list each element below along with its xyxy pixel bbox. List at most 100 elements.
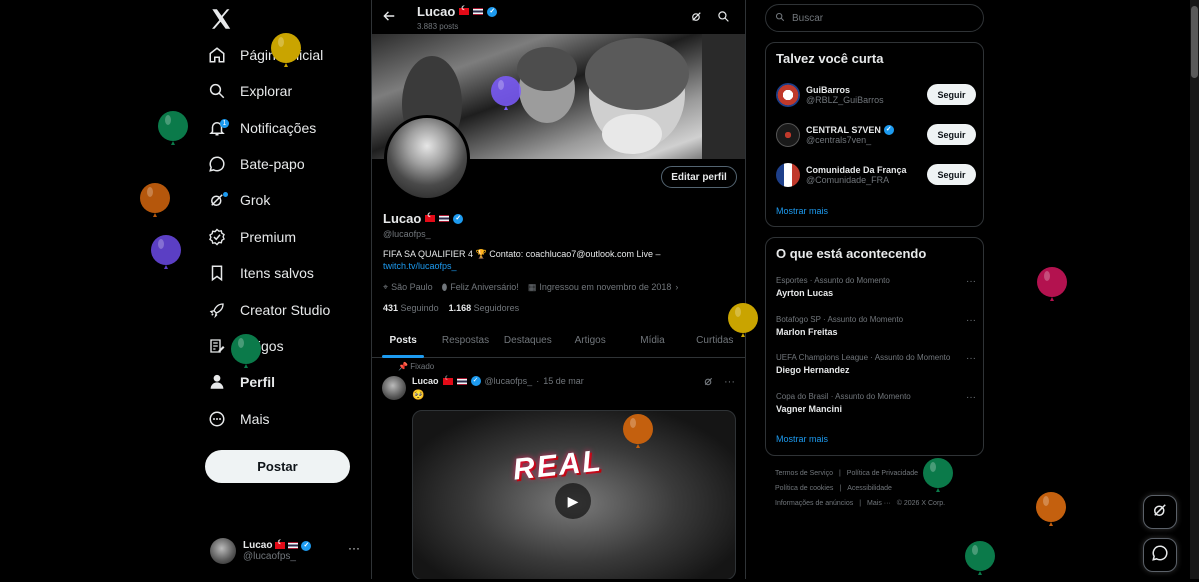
post-handle[interactable]: @lucaofps_ bbox=[485, 376, 533, 386]
grok-icon[interactable] bbox=[703, 376, 714, 390]
avatar[interactable] bbox=[382, 376, 406, 400]
following-link[interactable]: 431 Seguindo bbox=[383, 303, 439, 313]
post-video[interactable]: REAL ▶ bbox=[412, 410, 736, 579]
trend-item[interactable]: Copa do Brasil · Assunto do Momento Vagn… bbox=[776, 392, 976, 422]
footer-link-ads-info[interactable]: Informações de anúncios bbox=[775, 500, 853, 507]
followers-link[interactable]: 1.168 Seguidores bbox=[449, 303, 520, 313]
profile-tabs: Posts Respostas Destaques Artigos Mídia … bbox=[372, 325, 745, 358]
search-icon bbox=[206, 80, 228, 102]
tab-media[interactable]: Mídia bbox=[621, 325, 683, 357]
nav-item-grok[interactable]: Grok bbox=[206, 185, 270, 215]
follow-button[interactable]: Seguir bbox=[927, 84, 976, 105]
nav-item-more[interactable]: Mais bbox=[206, 404, 270, 434]
tab-replies[interactable]: Respostas bbox=[434, 325, 496, 357]
profile-meta: ⌖ São Paulo ⬮ Feliz Aniversário! ▦ Ingresso… bbox=[383, 282, 681, 293]
profile-name-row: Lucao ✓ bbox=[383, 211, 464, 226]
account-switcher[interactable]: Lucao ✓ @lucaofps_ ··· bbox=[210, 535, 370, 567]
bio-text: FIFA SA QUALIFIER 4 🏆 Contato: coachluca… bbox=[383, 249, 661, 259]
search-input[interactable] bbox=[790, 11, 970, 25]
footer-link-privacy[interactable]: Política de Privacidade bbox=[847, 470, 918, 477]
birthday-item: ⬮ Feliz Aniversário! bbox=[442, 282, 519, 293]
trend-item[interactable]: Esportes · Assunto do Momento Ayrton Luc… bbox=[776, 276, 976, 306]
joined-text: Ingressou em novembro de 2018 bbox=[539, 282, 672, 292]
nav-label: Explorar bbox=[240, 83, 293, 99]
trend-item[interactable]: UEFA Champions League · Assunto do Momen… bbox=[776, 353, 976, 383]
more-icon[interactable]: ··· bbox=[966, 276, 976, 287]
grok-icon bbox=[206, 189, 228, 211]
chevron-right-icon[interactable]: › bbox=[675, 282, 678, 292]
follow-button[interactable]: Seguir bbox=[927, 164, 976, 185]
followers-count: 1.168 bbox=[448, 303, 472, 313]
trend-item[interactable]: Botafogo SP · Assunto do Momento Marlon … bbox=[776, 315, 976, 345]
balloon-icon bbox=[1037, 267, 1067, 301]
suggestion-item[interactable]: Comunidade Da França @Comunidade_FRA Seg… bbox=[776, 160, 976, 190]
more-icon[interactable]: ··· bbox=[966, 315, 976, 326]
more-icon[interactable]: ··· bbox=[724, 376, 735, 390]
tab-posts[interactable]: Posts bbox=[372, 325, 434, 358]
turkey-flag-icon bbox=[459, 5, 470, 15]
nav-item-articles[interactable]: Artigos bbox=[206, 331, 284, 361]
grok-icon[interactable] bbox=[690, 10, 704, 24]
thailand-flag-icon bbox=[473, 8, 484, 15]
profile-bio: FIFA SA QUALIFIER 4 🏆 Contato: coachluca… bbox=[383, 248, 738, 272]
header-name: Lucao bbox=[417, 4, 456, 19]
bio-link[interactable]: twitch.tv/lucaofps_ bbox=[383, 261, 457, 271]
profile-avatar[interactable] bbox=[384, 115, 470, 201]
post-author[interactable]: Lucao bbox=[412, 376, 439, 386]
tab-articles[interactable]: Artigos bbox=[559, 325, 621, 357]
profile-column: Lucao ✓ 3.883 posts Editar perfil Lucao … bbox=[371, 0, 746, 579]
card-title: O que está acontecendo bbox=[776, 246, 927, 261]
more-icon[interactable]: ··· bbox=[966, 353, 976, 364]
profile-name: Lucao bbox=[383, 211, 422, 226]
nav-item-explore[interactable]: Explorar bbox=[206, 76, 292, 106]
search-box[interactable] bbox=[765, 4, 984, 32]
profile-follow-counts: 431 Seguindo 1.168 Seguidores bbox=[383, 303, 519, 313]
more-icon[interactable]: ··· bbox=[966, 392, 976, 403]
nav-item-premium[interactable]: Premium bbox=[206, 222, 296, 252]
show-more-link[interactable]: Mostrar mais bbox=[776, 434, 828, 444]
right-sidebar: Talvez você curta GuiBarros @RBLZ_GuiBar… bbox=[765, 0, 985, 579]
nav-item-creator-studio[interactable]: Creator Studio bbox=[206, 295, 330, 325]
footer-link-cookies[interactable]: Política de cookies bbox=[775, 485, 833, 492]
suggestion-item[interactable]: GuiBarros @RBLZ_GuiBarros Seguir bbox=[776, 80, 976, 110]
show-more-link[interactable]: Mostrar mais bbox=[776, 206, 828, 216]
follow-button[interactable]: Seguir bbox=[927, 124, 976, 145]
footer-link-accessibility[interactable]: Acessibilidade bbox=[847, 485, 892, 492]
article-icon bbox=[206, 335, 228, 357]
footer-link-terms[interactable]: Termos de Serviço bbox=[775, 470, 833, 477]
search-icon[interactable] bbox=[717, 10, 731, 24]
play-icon[interactable]: ▶ bbox=[555, 483, 591, 519]
x-logo-icon[interactable] bbox=[208, 6, 234, 32]
nav-item-profile[interactable]: Perfil bbox=[206, 367, 275, 397]
suggestion-item[interactable]: CENTRAL S7VEN ✓ @centrals7ven_ Seguir bbox=[776, 120, 976, 150]
balloon-icon bbox=[158, 111, 188, 145]
scrollbar-thumb[interactable] bbox=[1191, 6, 1198, 78]
messages-floating-button[interactable] bbox=[1143, 538, 1177, 572]
card-title: Talvez você curta bbox=[776, 51, 884, 66]
edit-profile-button[interactable]: Editar perfil bbox=[661, 166, 737, 188]
header-name-row: Lucao ✓ bbox=[417, 4, 498, 19]
left-navigation: Página Inicial Explorar 1 Notificações B… bbox=[200, 0, 370, 579]
page-scrollbar[interactable] bbox=[1190, 0, 1199, 579]
nav-item-bookmarks[interactable]: Itens salvos bbox=[206, 258, 314, 288]
followers-label: Seguidores bbox=[473, 303, 520, 313]
tab-highlights[interactable]: Destaques bbox=[497, 325, 559, 357]
nav-item-notifications[interactable]: 1 Notificações bbox=[206, 113, 316, 143]
grok-floating-button[interactable] bbox=[1143, 495, 1177, 529]
more-icon[interactable]: ··· bbox=[348, 541, 360, 555]
back-arrow-icon[interactable] bbox=[382, 9, 396, 26]
tab-likes[interactable]: Curtidas bbox=[684, 325, 745, 357]
nav-label: Bate-papo bbox=[240, 156, 305, 172]
post-date[interactable]: 15 de mar bbox=[543, 376, 584, 386]
verified-badge-icon: ✓ bbox=[453, 213, 464, 224]
nav-item-home[interactable]: Página Inicial bbox=[206, 40, 323, 70]
trend-context: Copa do Brasil · Assunto do Momento bbox=[776, 392, 911, 401]
chat-icon bbox=[1151, 544, 1169, 567]
nav-item-chat[interactable]: Bate-papo bbox=[206, 149, 305, 179]
nav-label: Artigos bbox=[240, 338, 284, 354]
post-button[interactable]: Postar bbox=[205, 450, 350, 483]
footer-link-more[interactable]: Mais ··· bbox=[867, 500, 891, 507]
trend-name: Vagner Mancini bbox=[776, 404, 843, 414]
account-name-row: Lucao ✓ bbox=[243, 539, 312, 551]
rocket-icon bbox=[206, 299, 228, 321]
